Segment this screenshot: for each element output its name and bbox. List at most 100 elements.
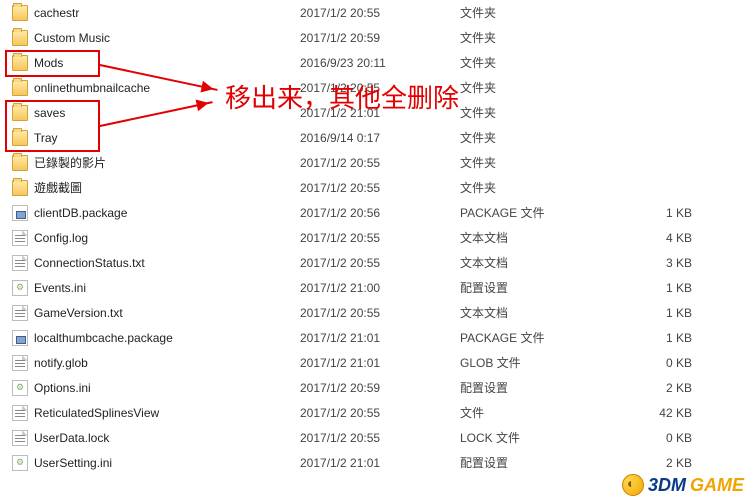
file-size: 42 KB — [610, 406, 710, 420]
file-icon — [12, 355, 28, 371]
file-name-cell[interactable]: UserSetting.ini — [12, 455, 300, 471]
file-name-cell[interactable]: Tray — [12, 130, 300, 146]
file-name-cell[interactable]: 已錄製的影片 — [12, 154, 300, 171]
file-name: ReticulatedSplinesView — [34, 406, 159, 420]
file-size: 1 KB — [610, 306, 710, 320]
file-name: ConnectionStatus.txt — [34, 256, 145, 270]
file-date: 2016/9/14 0:17 — [300, 131, 460, 145]
file-type: LOCK 文件 — [460, 429, 610, 446]
file-row[interactable]: Custom Music2017/1/2 20:59文件夹 — [0, 25, 750, 50]
file-date: 2017/1/2 21:01 — [300, 456, 460, 470]
file-name: Config.log — [34, 231, 88, 245]
file-row[interactable]: GameVersion.txt2017/1/2 20:55文本文档1 KB — [0, 300, 750, 325]
file-name-cell[interactable]: 遊戲截圖 — [12, 179, 300, 196]
file-date: 2017/1/2 21:01 — [300, 106, 460, 120]
file-row[interactable]: ConnectionStatus.txt2017/1/2 20:55文本文档3 … — [0, 250, 750, 275]
file-name-cell[interactable]: clientDB.package — [12, 205, 300, 221]
folder-icon — [12, 5, 28, 21]
file-size: 4 KB — [610, 231, 710, 245]
file-name-cell[interactable]: UserData.lock — [12, 430, 300, 446]
file-row[interactable]: localthumbcache.package2017/1/2 21:01PAC… — [0, 325, 750, 350]
file-date: 2017/1/2 20:59 — [300, 381, 460, 395]
file-type: 文件夹 — [460, 154, 610, 171]
file-date: 2017/1/2 20:55 — [300, 306, 460, 320]
file-list: cachestr2017/1/2 20:55文件夹Custom Music201… — [0, 0, 750, 475]
file-date: 2017/1/2 20:55 — [300, 181, 460, 195]
file-row[interactable]: clientDB.package2017/1/2 20:56PACKAGE 文件… — [0, 200, 750, 225]
file-name-cell[interactable]: cachestr — [12, 5, 300, 21]
file-size: 1 KB — [610, 281, 710, 295]
file-row[interactable]: Events.ini2017/1/2 21:00配置设置1 KB — [0, 275, 750, 300]
file-type: 文本文档 — [460, 304, 610, 321]
file-icon — [12, 305, 28, 321]
file-date: 2017/1/2 20:55 — [300, 6, 460, 20]
pkg-icon — [12, 330, 28, 346]
file-date: 2017/1/2 21:01 — [300, 356, 460, 370]
file-icon — [12, 405, 28, 421]
watermark-text-blue: 3DM — [648, 475, 686, 496]
file-name-cell[interactable]: ReticulatedSplinesView — [12, 405, 300, 421]
file-row[interactable]: UserSetting.ini2017/1/2 21:01配置设置2 KB — [0, 450, 750, 475]
file-row[interactable]: ReticulatedSplinesView2017/1/2 20:55文件42… — [0, 400, 750, 425]
file-row[interactable]: Tray 2016/9/14 0:17文件夹 — [0, 125, 750, 150]
file-name-cell[interactable]: GameVersion.txt — [12, 305, 300, 321]
file-name: Mods — [34, 56, 63, 70]
file-name: onlinethumbnailcache — [34, 81, 150, 95]
file-type: 文件夹 — [460, 54, 610, 71]
file-date: 2017/1/2 20:55 — [300, 231, 460, 245]
file-name-cell[interactable]: ConnectionStatus.txt — [12, 255, 300, 271]
file-name-cell[interactable]: localthumbcache.package — [12, 330, 300, 346]
file-row[interactable]: UserData.lock2017/1/2 20:55LOCK 文件0 KB — [0, 425, 750, 450]
file-name: UserData.lock — [34, 431, 109, 445]
file-date: 2017/1/2 21:01 — [300, 331, 460, 345]
file-type: 文件夹 — [460, 79, 610, 96]
file-name-cell[interactable]: notify.glob — [12, 355, 300, 371]
file-name: notify.glob — [34, 356, 88, 370]
file-row[interactable]: Config.log2017/1/2 20:55文本文档4 KB — [0, 225, 750, 250]
file-row[interactable]: notify.glob2017/1/2 21:01GLOB 文件0 KB — [0, 350, 750, 375]
watermark-icon — [622, 474, 644, 496]
watermark: 3DMGAME — [622, 474, 744, 496]
file-icon — [12, 430, 28, 446]
folder-icon — [12, 55, 28, 71]
file-type: 配置设置 — [460, 279, 610, 296]
file-name-cell[interactable]: Mods — [12, 55, 300, 71]
file-name-cell[interactable]: Events.ini — [12, 280, 300, 296]
file-row[interactable]: 遊戲截圖2017/1/2 20:55文件夹 — [0, 175, 750, 200]
file-row[interactable]: cachestr2017/1/2 20:55文件夹 — [0, 0, 750, 25]
file-name: Tray — [34, 131, 58, 145]
file-date: 2017/1/2 20:55 — [300, 81, 460, 95]
file-name-cell[interactable]: onlinethumbnailcache — [12, 80, 300, 96]
folder-icon — [12, 130, 28, 146]
file-name: UserSetting.ini — [34, 456, 112, 470]
file-row[interactable]: onlinethumbnailcache 2017/1/2 20:55文件夹 — [0, 75, 750, 100]
file-size: 1 KB — [610, 331, 710, 345]
file-size: 0 KB — [610, 431, 710, 445]
file-row[interactable]: Mods2016/9/23 20:11文件夹 — [0, 50, 750, 75]
file-name: localthumbcache.package — [34, 331, 173, 345]
file-size: 0 KB — [610, 356, 710, 370]
file-row[interactable]: Options.ini2017/1/2 20:59配置设置2 KB — [0, 375, 750, 400]
file-name: clientDB.package — [34, 206, 127, 220]
file-name: Events.ini — [34, 281, 86, 295]
folder-icon — [12, 105, 28, 121]
file-name-cell[interactable]: Config.log — [12, 230, 300, 246]
file-icon — [12, 255, 28, 271]
folder-icon — [12, 180, 28, 196]
file-type: 文件夹 — [460, 129, 610, 146]
file-type: 文件夹 — [460, 29, 610, 46]
file-type: 文件夹 — [460, 4, 610, 21]
file-date: 2017/1/2 20:55 — [300, 156, 460, 170]
folder-icon — [12, 80, 28, 96]
file-size: 2 KB — [610, 456, 710, 470]
file-name-cell[interactable]: Options.ini — [12, 380, 300, 396]
file-name-cell[interactable]: saves — [12, 105, 300, 121]
file-name-cell[interactable]: Custom Music — [12, 30, 300, 46]
file-row[interactable]: 已錄製的影片2017/1/2 20:55文件夹 — [0, 150, 750, 175]
file-date: 2017/1/2 20:55 — [300, 406, 460, 420]
file-type: 配置设置 — [460, 379, 610, 396]
file-type: 文本文档 — [460, 254, 610, 271]
file-type: PACKAGE 文件 — [460, 204, 610, 221]
file-type: 文件夹 — [460, 104, 610, 121]
file-row[interactable]: saves2017/1/2 21:01文件夹 — [0, 100, 750, 125]
